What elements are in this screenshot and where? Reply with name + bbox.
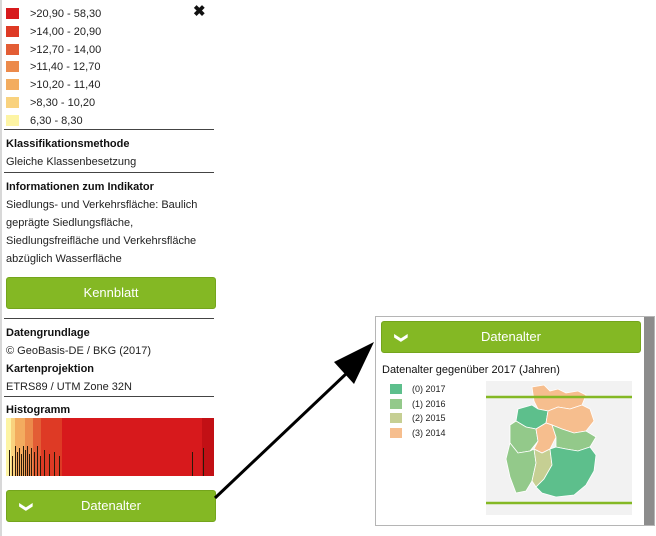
divider <box>4 129 214 130</box>
histogram-segment <box>62 418 202 476</box>
projection-value: ETRS89 / UTM Zone 32N <box>6 381 132 393</box>
histogram-heading: Histogramm <box>6 404 71 416</box>
histogram-tick <box>9 450 10 476</box>
legend-label: >20,90 - 58,30 <box>30 8 102 20</box>
legend-label: >8,30 - 10,20 <box>30 97 96 109</box>
histogram-tick <box>37 446 38 476</box>
classification-value: Gleiche Klassenbesetzung <box>6 156 137 168</box>
divider <box>4 396 214 397</box>
histogram-tick <box>19 448 20 476</box>
panel-edge <box>0 0 2 536</box>
year-legend-item: (1) 2016 <box>390 398 500 412</box>
histogram-tick <box>203 448 204 476</box>
histogram-tick <box>29 454 30 476</box>
histogram-chart <box>6 418 214 476</box>
chevron-down-icon: ❯ <box>19 501 35 513</box>
histogram-tick <box>23 446 24 476</box>
indicator-info-line: geprägte Siedlungsfläche, <box>6 217 134 229</box>
projection-heading: Kartenprojektion <box>6 363 95 375</box>
legend-item: 6,30 - 8,30 <box>6 113 206 129</box>
datenalter-toggle-button[interactable]: ❯ Datenalter <box>6 490 216 522</box>
kennblatt-button[interactable]: Kennblatt <box>6 277 216 309</box>
indicator-info-line: abzüglich Wasserfläche <box>6 253 122 265</box>
histogram-tick <box>49 454 50 476</box>
indicator-info-line: Siedlungs- und Verkehrsfläche: Baulich <box>6 199 198 211</box>
histogram-tick <box>59 456 60 476</box>
legend-item: >12,70 - 14,00 <box>6 42 206 58</box>
germany-map-graphic <box>486 384 632 505</box>
histogram-tick <box>27 446 28 476</box>
close-icon[interactable]: ✖ <box>193 4 206 19</box>
legend-item: >20,90 - 58,30 <box>6 6 206 22</box>
year-swatch <box>390 413 402 423</box>
year-label: (0) 2017 <box>412 384 446 394</box>
divider <box>4 172 214 173</box>
histogram-tick <box>192 452 193 476</box>
year-legend-item: (2) 2015 <box>390 412 500 426</box>
histogram-tick <box>34 452 35 476</box>
legend-label: >14,00 - 20,90 <box>30 25 102 38</box>
data-basis-heading: Datengrundlage <box>6 327 90 339</box>
chevron-down-icon: ❯ <box>394 332 410 344</box>
legend-label: >10,20 - 11,40 <box>30 79 101 92</box>
datenalter-heading: Datenalter gegenüber 2017 (Jahren) <box>382 364 560 376</box>
legend-label: >12,70 - 14,00 <box>30 43 102 56</box>
divider <box>4 318 214 319</box>
datenalter-button-label: Datenalter <box>481 329 541 344</box>
year-swatch <box>390 398 402 409</box>
indicator-info-heading: Informationen zum Indikator <box>6 181 154 193</box>
legend-swatch <box>6 97 19 108</box>
histogram-tick <box>31 448 32 476</box>
legend-swatch <box>6 114 19 126</box>
year-swatch <box>390 384 402 394</box>
legend-swatch <box>6 8 19 19</box>
legend-swatch <box>6 43 19 55</box>
histogram-tick <box>44 450 45 476</box>
indicator-info-line: Siedlungsfreifläche und Verkehrsfläche <box>6 235 197 247</box>
legend-item: >11,40 - 12,70 <box>6 59 206 75</box>
indicator-panel: >20,90 - 58,30 >14,00 - 20,90 >12,70 - 14,… <box>0 0 216 536</box>
scrollbar[interactable] <box>644 317 654 525</box>
year-label: (2) 2015 <box>412 413 446 423</box>
histogram-tick <box>17 452 18 476</box>
legend-label: >11,40 - 12,70 <box>30 61 101 74</box>
year-label: (1) 2016 <box>412 398 446 409</box>
histogram-tick <box>15 446 16 476</box>
legend-swatch <box>6 61 19 73</box>
classification-heading: Klassifikationsmethode <box>6 138 130 150</box>
legend-swatch <box>6 79 19 91</box>
year-swatch <box>390 427 402 438</box>
legend-item: >10,20 - 11,40 <box>6 77 206 93</box>
legend-item: >8,30 - 10,20 <box>6 95 206 111</box>
datenalter-button-label: Datenalter <box>81 498 141 513</box>
datenalter-panel: ❯ Datenalter Datenalter gegenüber 2017 (… <box>375 316 655 526</box>
histogram-tick <box>40 456 41 476</box>
data-basis-value: © GeoBasis-DE / BKG (2017) <box>6 345 152 357</box>
histogram-tick <box>25 450 26 476</box>
germany-map[interactable] <box>486 381 632 515</box>
year-label: (3) 2014 <box>412 427 446 438</box>
legend-swatch <box>6 25 19 37</box>
histogram-tick <box>12 456 13 476</box>
histogram-tick <box>21 454 22 476</box>
legend-item: >14,00 - 20,90 <box>6 24 206 40</box>
legend-label: 6,30 - 8,30 <box>30 114 83 127</box>
datenalter-toggle-button[interactable]: ❯ Datenalter <box>381 321 641 353</box>
histogram-tick <box>54 452 55 476</box>
year-legend-item: (0) 2017 <box>390 383 500 397</box>
year-legend-item: (3) 2014 <box>390 427 500 441</box>
